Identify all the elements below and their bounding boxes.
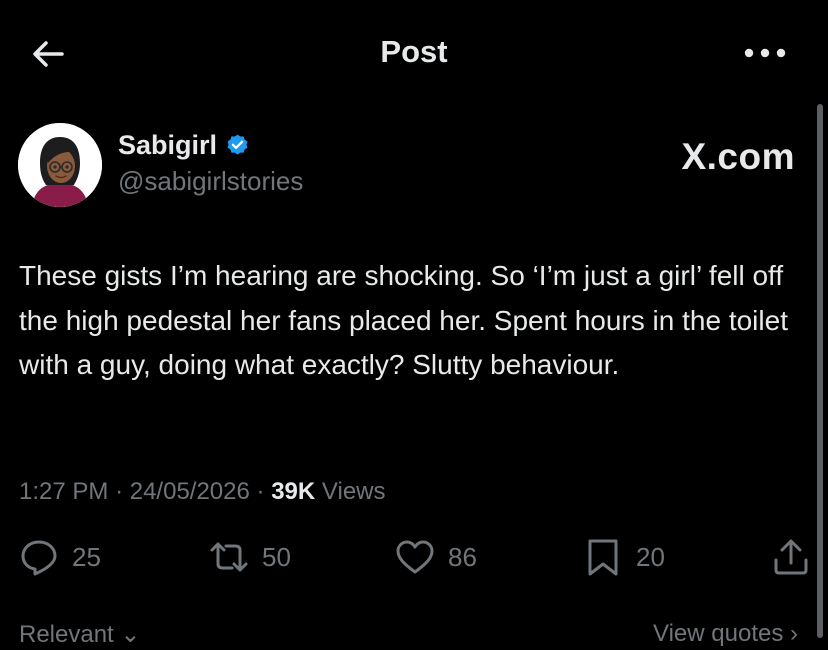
- verified-badge-icon: [227, 134, 248, 155]
- page-title: Post: [380, 34, 448, 69]
- view-quotes-link[interactable]: View quotes ›: [653, 620, 798, 648]
- bookmark-button[interactable]: 20: [582, 536, 665, 578]
- relevant-sort-dropdown[interactable]: Relevant ⌄: [19, 620, 141, 649]
- action-bar: 25 50 86 20: [0, 536, 828, 586]
- bookmark-icon: [588, 539, 618, 576]
- repost-button[interactable]: 50: [208, 536, 291, 578]
- reply-count: 25: [72, 541, 101, 572]
- cartoon-avatar-icon: [18, 123, 102, 207]
- brand-logo: X.com: [681, 136, 795, 177]
- post-text: These gists I’m hearing are shocking. So…: [19, 260, 788, 380]
- share-button[interactable]: [770, 536, 812, 578]
- views-label: Views: [321, 478, 386, 505]
- post-date[interactable]: 24/05/2026: [130, 478, 250, 505]
- post-time[interactable]: 1:27 PM: [19, 478, 108, 505]
- more-horizontal-icon: [744, 48, 786, 58]
- repost-count: 50: [262, 541, 291, 572]
- reply-icon: [21, 540, 57, 576]
- views-count: 39K: [271, 478, 316, 505]
- like-button[interactable]: 86: [394, 536, 477, 578]
- post-meta: 1:27 PM · 24/05/2026 · 39K Views: [19, 478, 386, 506]
- replies-footer: Relevant ⌄ View quotes ›: [0, 620, 828, 650]
- more-options-button[interactable]: [743, 38, 787, 68]
- share-icon: [774, 539, 808, 575]
- avatar[interactable]: [18, 123, 102, 207]
- meta-separator: ·: [115, 478, 124, 505]
- like-count: 86: [448, 541, 477, 572]
- repost-icon: [210, 542, 248, 572]
- meta-separator: ·: [256, 478, 265, 505]
- author-display-name[interactable]: Sabigirl: [118, 130, 217, 161]
- top-bar: Post: [0, 0, 828, 108]
- author-handle[interactable]: @sabigirlstories: [118, 166, 303, 197]
- author-name-row[interactable]: Sabigirl: [118, 130, 250, 161]
- bookmark-count: 20: [636, 541, 665, 572]
- heart-icon: [396, 540, 434, 574]
- reply-button[interactable]: 25: [18, 536, 101, 578]
